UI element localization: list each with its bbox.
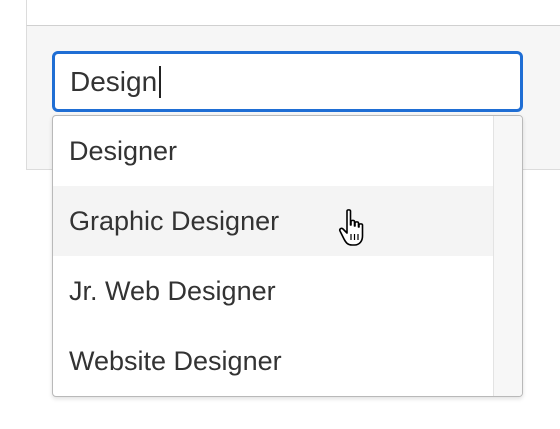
option-list: Designer Graphic Designer Jr. Web Design… [53, 116, 493, 396]
option-website-designer[interactable]: Website Designer [53, 326, 493, 396]
job-title-search-input[interactable]: Design [52, 51, 523, 112]
dropdown-scrollbar[interactable] [493, 116, 522, 396]
panel-top-strip [26, 0, 560, 25]
autocomplete-dropdown: Designer Graphic Designer Jr. Web Design… [52, 115, 523, 397]
option-graphic-designer[interactable]: Graphic Designer [53, 186, 493, 256]
app-root: Design Designer Graphic Designer Jr. Web… [0, 0, 560, 429]
option-label: Graphic Designer [69, 205, 280, 236]
option-label: Website Designer [69, 345, 282, 376]
option-designer[interactable]: Designer [53, 116, 493, 186]
hand-pointer-icon [338, 209, 364, 246]
text-caret [159, 65, 162, 98]
option-label: Jr. Web Designer [69, 275, 276, 306]
option-label: Designer [69, 135, 178, 166]
option-jr-web-designer[interactable]: Jr. Web Designer [53, 256, 493, 326]
search-input-value: Design [70, 65, 158, 97]
